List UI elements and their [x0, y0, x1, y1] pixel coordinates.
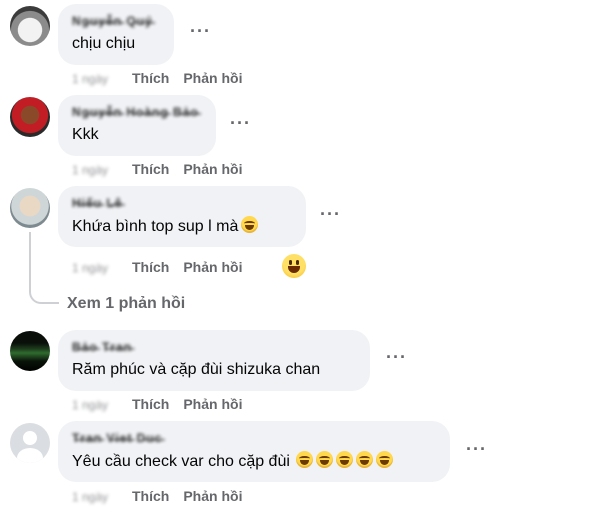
avatar[interactable] — [10, 97, 50, 137]
comment-actions: 1 ngày Thích Phản hồi — [72, 488, 242, 504]
view-replies-link[interactable]: Xem 1 phản hồi — [67, 295, 185, 313]
reply-thread-line — [29, 232, 59, 304]
comment-time[interactable]: 1 ngày — [72, 163, 118, 177]
comment-bubble: H̶i̶ế̶u̶ L̶ê̶ Khứa bình top sup l mà — [58, 186, 306, 247]
rofl-emoji-icon — [355, 451, 373, 468]
avatar[interactable] — [10, 331, 50, 371]
like-button[interactable]: Thích — [132, 396, 169, 412]
comment-time[interactable]: 1 ngày — [72, 398, 118, 412]
reply-button[interactable]: Phản hồi — [183, 488, 242, 504]
comment-text-content: Khứa bình top sup l mà — [72, 218, 239, 235]
rofl-emoji-icon — [335, 451, 353, 468]
comment-actions: 1 ngày Thích Phản hồi — [72, 70, 242, 86]
comment-bubble: Ng̶u̶y̶ễ̶n̶ Q̶u̶ý̶ chịu chịu — [58, 4, 174, 65]
more-options-icon[interactable]: ··· — [190, 22, 211, 40]
comment-text: Kkk — [72, 126, 99, 143]
default-avatar-icon[interactable] — [10, 423, 50, 463]
avatar[interactable] — [10, 6, 50, 46]
comment-author[interactable]: Ng̶u̶y̶ễ̶n̶ H̶o̶à̶n̶g̶ B̶ả̶o̶ — [72, 105, 202, 119]
like-button[interactable]: Thích — [132, 70, 169, 86]
comment-author[interactable]: T̶r̶a̶n̶ V̶i̶e̶t̶ D̶u̶c̶ — [72, 431, 436, 445]
comment-time[interactable]: 1 ngày — [72, 72, 118, 86]
like-button[interactable]: Thích — [132, 488, 169, 504]
comment-author[interactable]: H̶i̶ế̶u̶ L̶ê̶ — [72, 196, 292, 210]
reply-button[interactable]: Phản hồi — [183, 70, 242, 86]
rofl-emoji-icon — [315, 451, 333, 468]
rofl-emoji-icon — [375, 451, 393, 468]
more-options-icon[interactable]: ··· — [320, 205, 341, 223]
like-button[interactable]: Thích — [132, 259, 169, 275]
comment-actions: 1 ngày Thích Phản hồi — [72, 396, 242, 412]
comment-author[interactable]: Ng̶u̶y̶ễ̶n̶ Q̶u̶ý̶ — [72, 14, 160, 28]
grinning-reaction-icon[interactable] — [282, 254, 306, 278]
comment-text: Khứa bình top sup l mà — [72, 216, 292, 237]
more-options-icon[interactable]: ··· — [230, 114, 251, 132]
comment-time[interactable]: 1 ngày — [72, 261, 118, 275]
comment-actions: 1 ngày Thích Phản hồi — [72, 161, 242, 177]
like-button[interactable]: Thích — [132, 161, 169, 177]
rofl-emoji-icon — [295, 451, 313, 468]
comment-text: Yêu cầu check var cho cặp đùi — [72, 451, 436, 472]
comment-text-content: Yêu cầu check var cho cặp đùi — [72, 453, 290, 470]
reply-button[interactable]: Phản hồi — [183, 161, 242, 177]
reply-button[interactable]: Phản hồi — [183, 259, 242, 275]
comment-text: Răm phúc và cặp đùi shizuka chan — [72, 361, 321, 378]
comment-text: chịu chịu — [72, 35, 136, 52]
comment-time[interactable]: 1 ngày — [72, 490, 118, 504]
more-options-icon[interactable]: ··· — [466, 440, 487, 458]
comment-bubble: B̶ả̶o̶ T̶r̶a̶n̶ Răm phúc và cặp đùi shiz… — [58, 330, 370, 391]
comment-bubble: T̶r̶a̶n̶ V̶i̶e̶t̶ D̶u̶c̶ Yêu cầu check v… — [58, 421, 450, 482]
avatar[interactable] — [10, 188, 50, 228]
comment-author[interactable]: B̶ả̶o̶ T̶r̶a̶n̶ — [72, 340, 356, 354]
comment-actions: 1 ngày Thích Phản hồi — [72, 259, 242, 275]
reply-button[interactable]: Phản hồi — [183, 396, 242, 412]
more-options-icon[interactable]: ··· — [386, 348, 407, 366]
comment-bubble: Ng̶u̶y̶ễ̶n̶ H̶o̶à̶n̶g̶ B̶ả̶o̶ Kkk — [58, 95, 216, 156]
rofl-emoji-icon — [241, 216, 259, 233]
